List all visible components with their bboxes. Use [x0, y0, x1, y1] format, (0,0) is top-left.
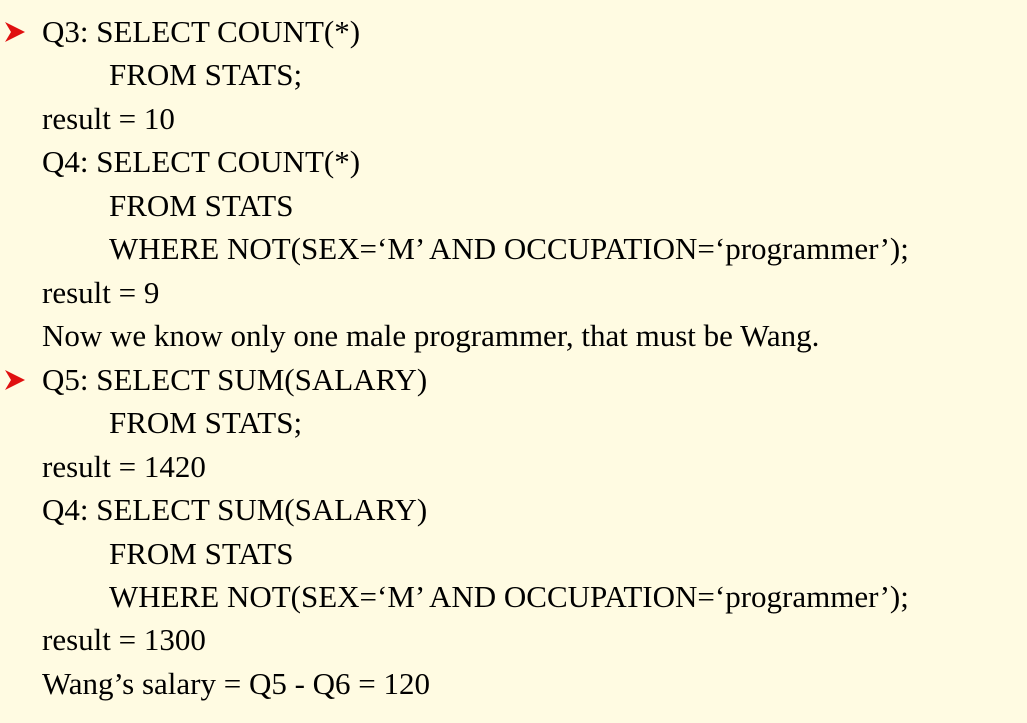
query-q4-from: FROM STATS	[109, 188, 294, 223]
query-q4-where: WHERE NOT(SEX=‘M’ AND OCCUPATION=‘progra…	[109, 231, 909, 266]
query-q5-select: Q5: SELECT SUM(SALARY)	[42, 362, 428, 397]
bullet-arrow-icon	[4, 10, 28, 53]
result-q5: result = 1420	[42, 449, 206, 484]
query-q3-from: FROM STATS;	[109, 57, 303, 92]
result-q3: result = 10	[42, 101, 175, 136]
query-q4-select: Q4: SELECT COUNT(*)	[42, 144, 361, 179]
conclusion-wang-salary: Wang’s salary = Q5 - Q6 = 120	[42, 666, 431, 701]
result-q4: result = 9	[42, 275, 160, 310]
bullet-arrow-icon	[4, 358, 28, 401]
query-q3-select: Q3: SELECT COUNT(*)	[42, 14, 361, 49]
conclusion-male-programmer: Now we know only one male programmer, th…	[42, 318, 820, 353]
query-q6-where: WHERE NOT(SEX=‘M’ AND OCCUPATION=‘progra…	[109, 579, 909, 614]
slide-content: Q3: SELECT COUNT(*) FROM STATS; result =…	[0, 0, 1027, 723]
query-q5-from: FROM STATS;	[109, 405, 303, 440]
query-q6-select: Q4: SELECT SUM(SALARY)	[42, 492, 428, 527]
query-q6-from: FROM STATS	[109, 536, 294, 571]
result-q6: result = 1300	[42, 622, 206, 657]
